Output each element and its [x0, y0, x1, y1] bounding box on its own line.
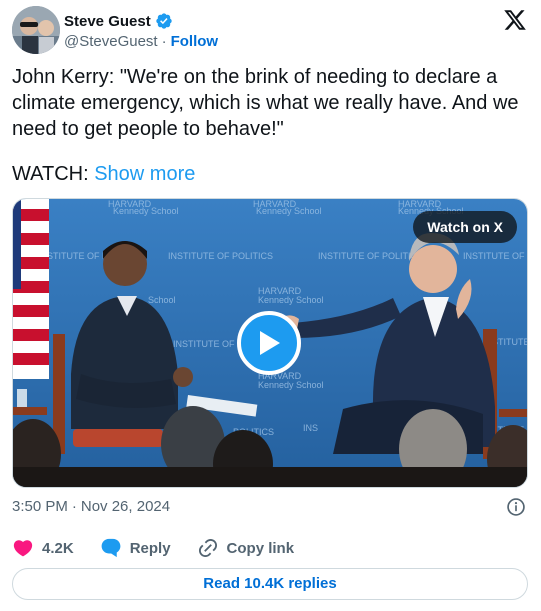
link-icon — [198, 538, 217, 558]
avatar[interactable] — [12, 6, 60, 54]
svg-text:INSTITUTE OF POLITICS: INSTITUTE OF POLITICS — [168, 251, 273, 261]
meta-separator: · — [71, 498, 77, 515]
reply-button[interactable]: Reply — [100, 537, 171, 559]
handle-separator: · — [161, 33, 167, 50]
tweet-date: Nov 26, 2024 — [80, 498, 171, 515]
svg-text:Kennedy School: Kennedy School — [258, 295, 324, 305]
svg-text:INS: INS — [303, 423, 318, 433]
watch-prefix: WATCH: — [12, 163, 95, 185]
tweet-text: John Kerry: "We're on the brink of needi… — [12, 66, 519, 140]
reply-bubble-icon — [101, 538, 121, 558]
svg-text:School: School — [148, 295, 176, 305]
svg-text:Kennedy School: Kennedy School — [256, 206, 322, 216]
tweet-time: 3:50 PM — [12, 498, 68, 515]
video-player[interactable]: HARVARD Kennedy School HARVARD Kennedy S… — [12, 198, 528, 488]
watch-on-x-button[interactable]: Watch on X — [413, 211, 517, 243]
tweet-header: Steve Guest @SteveGuest · Follow — [12, 6, 529, 56]
svg-text:INSTITUTE OF POLITICS: INSTITUTE OF POLITICS — [463, 251, 528, 261]
display-name[interactable]: Steve Guest — [64, 13, 151, 30]
info-icon[interactable] — [506, 497, 526, 517]
tweet-timestamp[interactable]: 3:50 PM · Nov 26, 2024 — [12, 498, 170, 515]
svg-text:Kennedy School: Kennedy School — [113, 206, 179, 216]
tweet-actions: 4.2K Reply Copy link — [12, 538, 320, 558]
verified-badge-icon — [156, 13, 172, 29]
like-count: 4.2K — [42, 539, 74, 557]
watch-line: WATCH: Show more — [12, 161, 195, 187]
handle[interactable]: @SteveGuest — [64, 33, 158, 50]
play-icon — [260, 331, 280, 355]
play-button[interactable] — [237, 311, 301, 375]
like-button[interactable]: 4.2K — [12, 537, 74, 559]
heart-icon — [13, 540, 33, 557]
reply-label: Reply — [129, 539, 171, 557]
x-logo-icon[interactable] — [503, 8, 527, 32]
flag — [13, 199, 49, 379]
show-more-link[interactable]: Show more — [94, 163, 195, 185]
svg-text:INSTITUTE OF POLITICS: INSTITUTE OF POLITICS — [318, 251, 423, 261]
copy-link-button[interactable]: Copy link — [197, 537, 295, 559]
svg-text:Kennedy School: Kennedy School — [258, 380, 324, 390]
copy-link-label: Copy link — [226, 539, 295, 557]
follow-button[interactable]: Follow — [171, 33, 219, 50]
read-replies-button[interactable]: Read 10.4K replies — [12, 568, 528, 600]
